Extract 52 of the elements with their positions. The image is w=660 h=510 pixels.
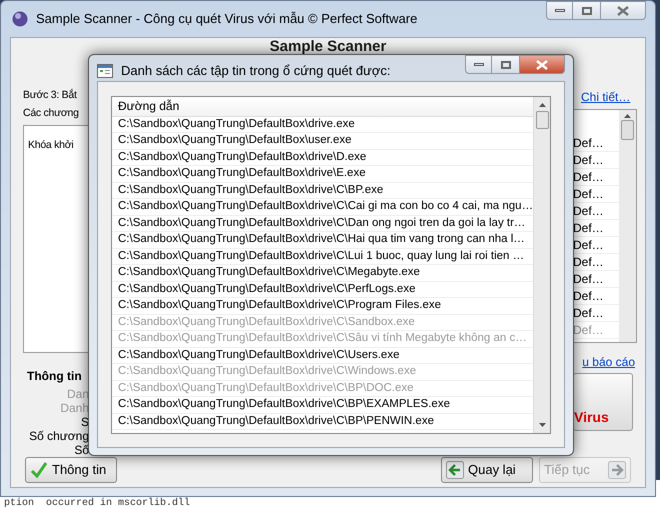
close-button[interactable]	[600, 1, 646, 20]
right-arrow-icon	[608, 461, 626, 479]
file-path-row[interactable]: C:\Sandbox\QuangTrung\DefaultBox\user.exe	[112, 133, 533, 150]
down-arrow-icon	[538, 422, 546, 426]
window-title: Sample Scanner - Công cụ quét Virus với mẫu © Perfect Software	[36, 10, 418, 28]
maximize-button[interactable]	[573, 1, 600, 20]
info-label: Số chương	[29, 429, 89, 443]
close-icon	[536, 60, 548, 70]
scroll-thumb[interactable]	[536, 110, 548, 128]
file-path-row[interactable]: C:\Sandbox\QuangTrung\DefaultBox\drive\C\Users.exe	[112, 348, 533, 364]
minimize-button[interactable]	[465, 55, 492, 74]
file-path-row[interactable]: C:\Sandbox\QuangTrung\DefaultBox\drive\D.exe	[112, 150, 533, 166]
file-path-row[interactable]: C:\Sandbox\QuangTrung\DefaultBox\drive\C\Dan ong ngoi tren da goi la lay tr…	[112, 216, 533, 232]
details-link[interactable]: Chi tiết…	[581, 88, 637, 106]
check-icon	[30, 461, 48, 479]
column-header[interactable]: Đường dẫn	[112, 96, 533, 116]
maximize-button[interactable]	[492, 55, 519, 74]
dialog-title: Danh sách các tập tin trong ổ cứng quét được:	[121, 62, 390, 80]
file-path-row[interactable]: C:\Sandbox\QuangTrung\DefaultBox\drive.exe	[112, 116, 533, 133]
info-heading: Thông tin	[26, 368, 83, 385]
console-text: ption occurred in mscorlib.dll	[4, 498, 190, 510]
up-arrow-icon	[538, 102, 546, 106]
column-header: Khóa khởi	[28, 139, 74, 151]
scrollbar[interactable]	[619, 110, 636, 342]
left-arrow-icon	[446, 461, 464, 479]
scroll-thumb[interactable]	[621, 120, 634, 140]
app-heading: Sample Scanner	[270, 38, 386, 56]
file-path-row[interactable]: C:\Sandbox\QuangTrung\DefaultBox\drive\C\BP\EXAMPLES.exe	[112, 397, 533, 414]
virus-button[interactable]: Virus	[573, 372, 633, 430]
info-button[interactable]: Thông tin	[25, 457, 117, 483]
globe-icon	[12, 10, 28, 27]
close-button[interactable]	[519, 55, 565, 74]
report-link[interactable]: u báo cáo	[582, 352, 635, 370]
file-path-row[interactable]: C:\Sandbox\QuangTrung\DefaultBox\drive\C\Megabyte.exe	[112, 265, 533, 282]
file-path-row[interactable]: C:\Sandbox\QuangTrung\DefaultBox\drive\C\PerfLogs.exe	[112, 282, 533, 298]
group-label: Bước 3: Bắt	[23, 88, 78, 102]
file-path-row[interactable]: C:\Sandbox\QuangTrung\DefaultBox\drive\C\BP\PENWIN.exe	[112, 414, 533, 430]
back-button[interactable]: Quay lại	[441, 457, 533, 483]
scrollbar[interactable]	[533, 96, 550, 432]
file-path-row[interactable]: C:\Sandbox\QuangTrung\DefaultBox\drive\C\BP.exe	[112, 182, 533, 199]
info-label: S	[80, 415, 89, 429]
file-path-row[interactable]: C:\Sandbox\QuangTrung\DefaultBox\drive\C\Hai qua tim vang trong can nha l…	[112, 232, 533, 248]
file-path-row[interactable]: C:\Sandbox\QuangTrung\DefaultBox\drive\C\Cai gi ma con bo co 4 cai, ma ngu…	[112, 199, 533, 216]
info-label: Số	[74, 443, 89, 457]
file-path-row[interactable]: C:\Sandbox\QuangTrung\DefaultBox\drive\C\Program Files.exe	[112, 298, 533, 314]
file-path-row[interactable]: C:\Sandbox\QuangTrung\DefaultBox\drive\E.exe	[112, 166, 533, 182]
close-icon	[617, 6, 629, 16]
window-icon	[97, 64, 113, 78]
file-path-row[interactable]: C:\Sandbox\QuangTrung\DefaultBox\drive\C\Lui 1 buoc, quay lung lai roi tien …	[112, 248, 533, 265]
up-arrow-icon	[624, 114, 631, 118]
minimize-button[interactable]	[546, 1, 573, 20]
list-label: Các chương	[23, 106, 80, 122]
